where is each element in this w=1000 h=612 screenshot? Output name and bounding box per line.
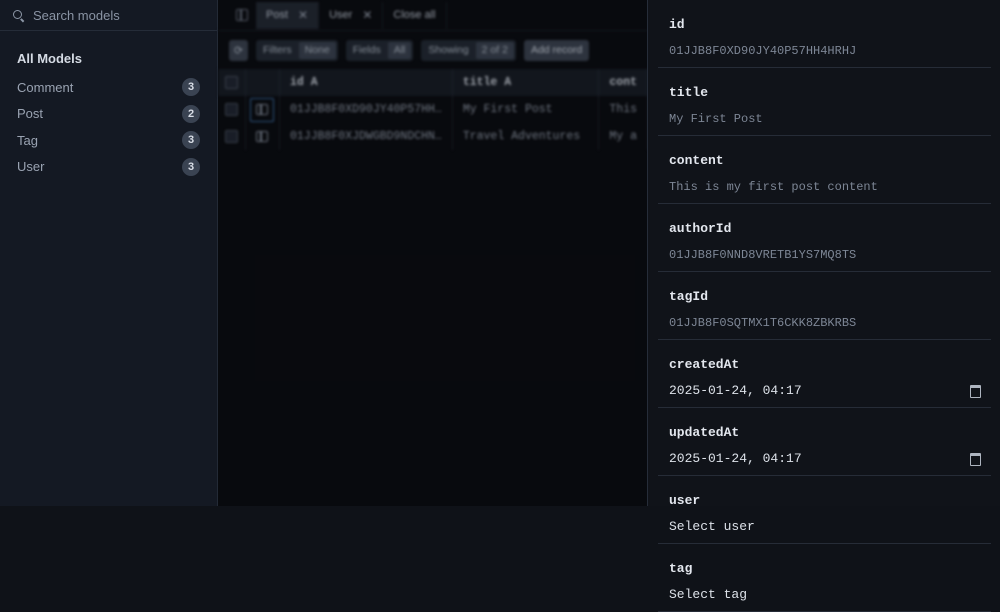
field-label: title [669, 85, 709, 100]
field-createdat: createdAt 2025-01-24, 04:17 [658, 340, 991, 408]
filters-value: None [298, 41, 336, 59]
fields-value: All [387, 41, 412, 59]
showing-label: Showing [428, 44, 469, 56]
user-select[interactable]: Select user [669, 508, 980, 543]
records-table: id A title A cont 01JJB8F0XD90JY40P57HH…… [218, 69, 648, 150]
table-row[interactable]: 01JJB8F0XJDWGBD9NDCHN… Travel Adventures… [218, 123, 648, 150]
datetime-value: 2025-01-24, 04:17 [669, 451, 802, 466]
tab-label: Post [266, 9, 289, 21]
row-checkbox[interactable] [225, 130, 238, 143]
showing-value: 2 of 2 [475, 41, 514, 59]
records-view: Post ✕ User ✕ Close all ⟳ Filters None F… [218, 0, 648, 506]
cell-id[interactable]: 01JJB8F0XD90JY40P57HH… [279, 96, 453, 123]
row-select-cell [218, 123, 246, 150]
field-label: tag [669, 561, 693, 576]
refresh-icon[interactable]: ⟳ [229, 39, 248, 61]
panel-open-icon [256, 104, 268, 115]
close-icon[interactable]: ✕ [362, 8, 372, 22]
toolbar: ⟳ Filters None Fields All Showing 2 of 2… [218, 31, 648, 69]
cell-id[interactable]: 01JJB8F0XJDWGBD9NDCHN… [279, 123, 453, 150]
row-select-cell [218, 96, 246, 123]
field-label: id [669, 17, 685, 32]
field-label: updatedAt [669, 425, 740, 440]
cell-content[interactable]: This [598, 96, 648, 123]
updatedat-datetime-input[interactable]: 2025-01-24, 04:17 [669, 440, 981, 475]
field-updatedat: updatedAt 2025-01-24, 04:17 [658, 408, 991, 476]
column-header-content[interactable]: cont [598, 69, 648, 96]
count-badge: 3 [182, 131, 200, 150]
sidebar-item-comment[interactable]: Comment 3 [0, 74, 217, 101]
record-detail-panel: id 01JJB8F0XD90JY40P57HH4HRHJ title My F… [647, 0, 1000, 612]
sidebar-item-post[interactable]: Post 2 [0, 101, 217, 128]
tagid-input[interactable]: 01JJB8F0SQTMX1T6CKK8ZBKRBS [669, 304, 980, 339]
add-record-button[interactable]: Add record [523, 39, 590, 61]
model-label: Comment [17, 79, 74, 95]
blurred-content: Post ✕ User ✕ Close all ⟳ Filters None F… [218, 0, 648, 150]
open-record-button[interactable] [250, 125, 274, 149]
sidebar-toggle-icon[interactable] [236, 9, 248, 21]
count-badge: 3 [182, 78, 200, 97]
search-bar [0, 0, 217, 31]
tab-label: User [329, 9, 353, 21]
field-label: tagId [669, 289, 709, 304]
createdat-datetime-input[interactable]: 2025-01-24, 04:17 [669, 372, 981, 407]
sidebar-item-user[interactable]: User 3 [0, 154, 217, 181]
row-open-cell [245, 123, 280, 150]
count-badge: 2 [182, 104, 200, 123]
field-tag: tag Select tag [658, 544, 991, 612]
field-label: content [669, 153, 724, 168]
field-authorid: authorId 01JJB8F0NND8VRETB1YS7MQ8TS [658, 204, 991, 272]
datetime-value: 2025-01-24, 04:17 [669, 383, 802, 398]
title-input[interactable]: My First Post [669, 100, 980, 135]
sidebar-item-tag[interactable]: Tag 3 [0, 127, 217, 154]
row-checkbox[interactable] [225, 103, 238, 116]
field-label: user [669, 493, 701, 508]
calendar-icon[interactable] [970, 452, 981, 466]
tag-select[interactable]: Select tag [669, 576, 980, 611]
models-sidebar: All Models Comment 3 Post 2 Tag 3 User 3 [0, 0, 218, 506]
field-label: createdAt [669, 357, 740, 372]
select-all-checkbox[interactable] [225, 76, 238, 89]
open-record-button[interactable] [250, 97, 274, 122]
fields-button[interactable]: Fields All [345, 39, 414, 61]
cell-content[interactable]: My a [598, 123, 648, 150]
field-id: id 01JJB8F0XD90JY40P57HH4HRHJ [658, 0, 991, 68]
open-column-header [245, 69, 280, 96]
content-input[interactable]: This is my first post content [669, 168, 980, 203]
table-row[interactable]: 01JJB8F0XD90JY40P57HH… My First Post Thi… [218, 96, 648, 123]
close-icon[interactable]: ✕ [298, 8, 308, 22]
field-value: 01JJB8F0XD90JY40P57HH4HRHJ [669, 44, 857, 58]
select-all-cell [218, 69, 246, 96]
calendar-icon[interactable] [970, 384, 981, 398]
field-content: content This is my first post content [658, 136, 991, 204]
all-models-heading: All Models [17, 51, 83, 66]
fields-label: Fields [352, 44, 381, 56]
close-all-button[interactable]: Close all [383, 1, 447, 29]
tab-post[interactable]: Post ✕ [256, 1, 320, 29]
cell-title[interactable]: My First Post [452, 96, 600, 123]
authorid-input[interactable]: 01JJB8F0NND8VRETB1YS7MQ8TS [669, 236, 980, 271]
search-icon [13, 9, 24, 21]
tab-bar: Post ✕ User ✕ Close all [218, 0, 648, 31]
model-label: Post [17, 106, 44, 122]
model-label: Tag [17, 132, 38, 148]
table-header-row: id A title A cont [218, 69, 648, 96]
count-badge: 3 [182, 157, 200, 176]
panel-open-icon [256, 131, 268, 142]
showing-button[interactable]: Showing 2 of 2 [421, 39, 516, 61]
filters-label: Filters [263, 44, 292, 56]
column-header-id[interactable]: id A [279, 69, 453, 96]
model-label: User [17, 159, 45, 175]
field-label: authorId [669, 221, 732, 236]
search-input[interactable] [33, 7, 193, 23]
filters-button[interactable]: Filters None [256, 39, 338, 61]
cell-title[interactable]: Travel Adventures [452, 123, 600, 150]
field-tagid: tagId 01JJB8F0SQTMX1T6CKK8ZBKRBS [658, 272, 991, 340]
row-open-cell [245, 96, 280, 123]
tab-user[interactable]: User ✕ [319, 1, 384, 29]
column-header-title[interactable]: title A [452, 69, 600, 96]
field-user: user Select user [658, 476, 991, 544]
field-title: title My First Post [658, 68, 991, 136]
